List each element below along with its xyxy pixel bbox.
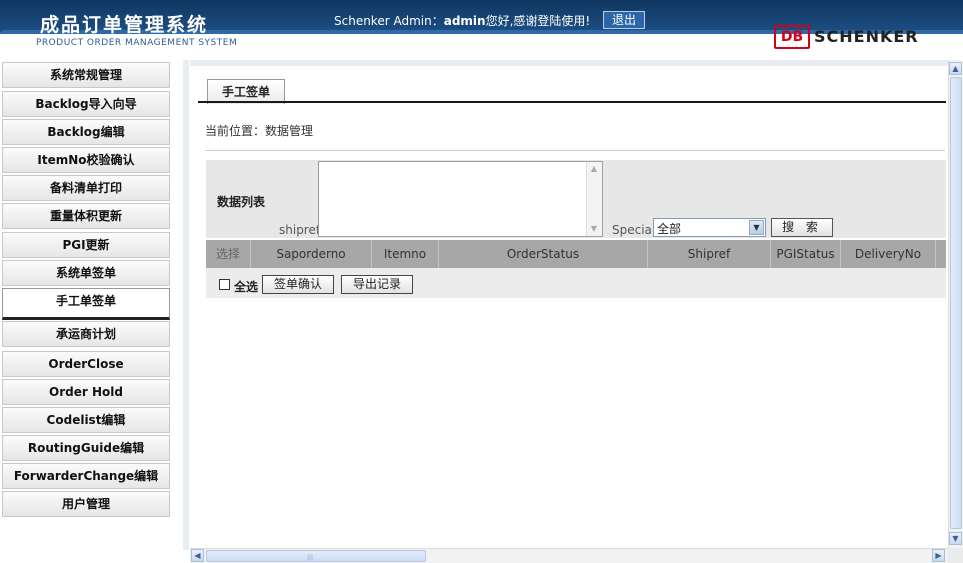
sidebar-item-manual-sign[interactable]: 手工单签单 <box>2 288 170 320</box>
sidebar-item-system-sign[interactable]: 系统单签单 <box>2 260 170 286</box>
sidebar-item-material-list-print[interactable]: 备料清单打印 <box>2 175 170 201</box>
scroll-up-icon[interactable]: ▲ <box>949 62 962 75</box>
sidebar-item-pgi-update[interactable]: PGI更新 <box>2 232 170 258</box>
sidebar-item-backlog-import[interactable]: Backlog导入向导 <box>2 91 170 117</box>
scroll-left-icon[interactable]: ◀ <box>191 549 204 562</box>
scroll-right-icon[interactable]: ▶ <box>932 549 945 562</box>
search-panel: 数据列表 shipref: ▲ ▼ Special: 全部 ▼ 搜 索 <box>206 160 946 238</box>
data-list-label: 数据列表 <box>217 195 266 209</box>
sidebar-item-carrier-plan[interactable]: 承运商计划 <box>2 321 170 347</box>
sidebar-item-itemno-verify[interactable]: ItemNo校验确认 <box>2 147 170 173</box>
scrollbar-corner <box>948 548 963 563</box>
special-select[interactable]: 全部 ▼ <box>653 218 766 237</box>
sidebar-item-order-close[interactable]: OrderClose <box>2 351 170 377</box>
welcome-message: Schenker Admin：admin您好,感谢登陆使用! <box>334 12 590 29</box>
vertical-scrollbar[interactable]: ▲ ▼ <box>948 60 963 548</box>
horizontal-scroll-thumb[interactable]: ||| <box>206 550 426 562</box>
tab-underline <box>198 101 946 103</box>
app-title: 成品订单管理系统 <box>40 14 209 36</box>
sidebar-item-codelist-edit[interactable]: Codelist编辑 <box>2 407 170 433</box>
app-subtitle: PRODUCT ORDER MANAGEMENT SYSTEM <box>36 38 238 48</box>
sidebar-item-forwarderchange-edit[interactable]: ForwarderChange编辑 <box>2 463 170 489</box>
sidebar-item-user-management[interactable]: 用户管理 <box>2 491 170 517</box>
top-strip <box>190 60 948 66</box>
export-records-button[interactable]: 导出记录 <box>341 275 413 294</box>
sidebar-menu: 系统常规管理 Backlog导入向导 Backlog编辑 ItemNo校验确认 … <box>0 60 172 560</box>
search-button[interactable]: 搜 索 <box>771 218 833 237</box>
shipref-textarea[interactable]: ▲ ▼ <box>318 161 603 237</box>
column-header-saporderno[interactable]: Saporderno <box>251 240 372 268</box>
scroll-down-icon[interactable]: ▼ <box>949 532 962 545</box>
column-header-shipref[interactable]: Shipref <box>648 240 771 268</box>
app-header: 成品订单管理系统 PRODUCT ORDER MANAGEMENT SYSTEM… <box>0 0 963 56</box>
db-logo-mark: DB <box>774 25 810 49</box>
shipref-scrollbar[interactable]: ▲ ▼ <box>586 162 602 236</box>
username: admin <box>443 14 486 28</box>
vertical-scroll-thumb[interactable] <box>950 77 962 529</box>
column-header-pgistatus[interactable]: PGIStatus <box>771 240 841 268</box>
sidebar-item-order-hold[interactable]: Order Hold <box>2 379 170 405</box>
table-header: 选择 Saporderno Itemno OrderStatus Shipref… <box>206 240 946 268</box>
divider <box>205 150 945 151</box>
sidebar-item-backlog-edit[interactable]: Backlog编辑 <box>2 119 170 145</box>
scroll-down-icon[interactable]: ▼ <box>589 224 599 234</box>
column-header-itemno[interactable]: Itemno <box>372 240 439 268</box>
frame-divider[interactable] <box>183 60 189 550</box>
shipref-label: shipref: <box>279 223 324 237</box>
schenker-logo-text: SCHENKER <box>814 27 919 46</box>
main-content: 手工签单 当前位置：数据管理 数据列表 shipref: ▲ ▼ Special… <box>190 60 948 548</box>
horizontal-scrollbar[interactable]: ◀ ||| ▶ <box>190 548 948 563</box>
greeting-suffix: 您好,感谢登陆使用! <box>485 14 591 28</box>
column-header-orderstatus[interactable]: OrderStatus <box>439 240 648 268</box>
sidebar-item-routingguide-edit[interactable]: RoutingGuide编辑 <box>2 435 170 461</box>
select-all-label: 全选 <box>234 280 259 294</box>
logout-button[interactable]: 退出 <box>603 11 645 29</box>
grip-icon: ||| <box>307 554 314 561</box>
action-bar: 全选 签单确认 导出记录 <box>206 268 946 298</box>
special-selected-value: 全部 <box>657 222 682 236</box>
select-all-checkbox[interactable] <box>219 279 230 290</box>
column-header-deliveryno[interactable]: DeliveryNo <box>841 240 936 268</box>
scroll-up-icon[interactable]: ▲ <box>589 164 599 174</box>
column-header-select: 选择 <box>206 240 251 268</box>
breadcrumb: 当前位置：数据管理 <box>205 124 314 138</box>
sign-confirm-button[interactable]: 签单确认 <box>262 275 334 294</box>
greeting-prefix: Schenker Admin： <box>334 14 444 28</box>
sidebar-item-system-general[interactable]: 系统常规管理 <box>2 62 170 88</box>
sidebar-item-weight-volume-update[interactable]: 重量体积更新 <box>2 203 170 229</box>
chevron-down-icon[interactable]: ▼ <box>749 220 764 235</box>
